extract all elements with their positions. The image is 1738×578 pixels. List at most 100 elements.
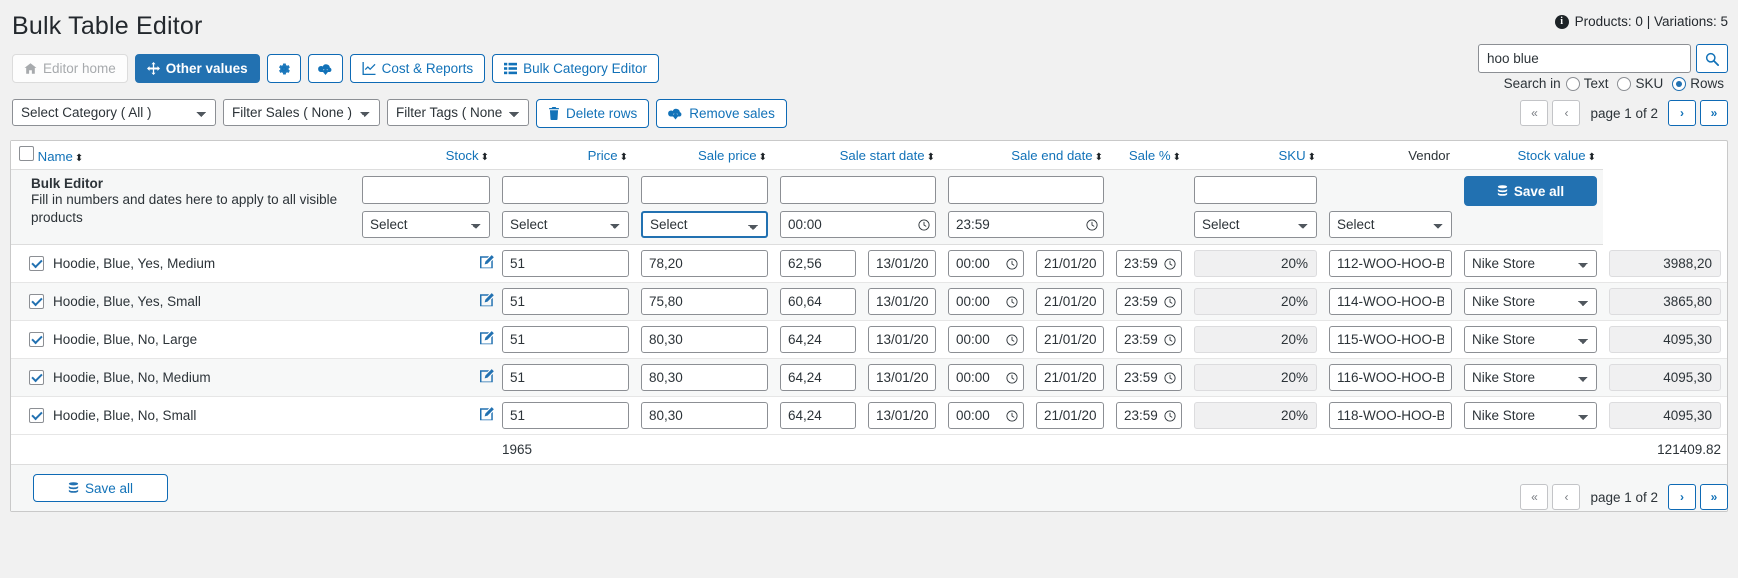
row-price-input[interactable]: [641, 326, 768, 353]
row-checkbox[interactable]: [29, 408, 44, 423]
row-sale-end-date-input[interactable]: [1036, 250, 1105, 277]
column-header-sale-end-date[interactable]: Sale end date ⬍: [942, 141, 1111, 170]
column-header-price[interactable]: Price ⬍: [496, 141, 635, 170]
row-sale-end-time-input[interactable]: [1116, 402, 1183, 429]
row-sale-end-time-input[interactable]: [1116, 364, 1183, 391]
row-sale-start-date-input[interactable]: [868, 364, 936, 391]
save-all-button-header[interactable]: Save all: [1464, 176, 1598, 206]
bulk-sku-input[interactable]: [1194, 176, 1318, 204]
row-vendor-select[interactable]: Nike Store: [1464, 250, 1598, 277]
edit-pencil-icon[interactable]: [480, 331, 494, 345]
row-sku-input[interactable]: [1329, 326, 1453, 353]
cost-reports-button[interactable]: Cost & Reports: [349, 54, 486, 83]
row-stock-input[interactable]: [502, 250, 629, 277]
row-sku-input[interactable]: [1329, 402, 1453, 429]
pagination-next-button[interactable]: ›: [1668, 484, 1696, 510]
bulk-vendor-select[interactable]: Select: [1329, 211, 1453, 238]
filter-sales-dropdown[interactable]: Filter Sales ( None ): [223, 99, 380, 126]
row-sale-price-input[interactable]: [780, 326, 856, 353]
pagination-prev-button[interactable]: ‹: [1552, 100, 1581, 126]
bulk-sku-operation-select[interactable]: Select: [1194, 211, 1318, 238]
select-category-dropdown[interactable]: Select Category ( All ): [12, 99, 216, 126]
column-header-stock[interactable]: Stock ⬍: [356, 141, 496, 170]
row-sale-start-time-input[interactable]: [948, 364, 1024, 391]
row-sale-start-date-input[interactable]: [868, 402, 936, 429]
bulk-stock-input[interactable]: [362, 176, 490, 204]
edit-pencil-icon[interactable]: [480, 369, 494, 383]
row-sale-price-input[interactable]: [780, 288, 856, 315]
row-sale-end-time-input[interactable]: [1116, 326, 1183, 353]
row-stock-input[interactable]: [502, 288, 629, 315]
row-sale-end-date-input[interactable]: [1036, 288, 1105, 315]
pagination-last-button[interactable]: »: [1700, 100, 1728, 126]
row-sale-start-date-input[interactable]: [868, 326, 936, 353]
row-sale-end-time-input[interactable]: [1116, 250, 1183, 277]
bulk-category-editor-button[interactable]: Bulk Category Editor: [492, 54, 659, 83]
bulk-stock-operation-select[interactable]: Select: [362, 211, 490, 238]
select-all-checkbox[interactable]: [19, 146, 34, 161]
bulk-sale-end-date-input[interactable]: [948, 176, 1105, 204]
row-sale-start-time-input[interactable]: [948, 250, 1024, 277]
row-sale-end-date-input[interactable]: [1036, 326, 1105, 353]
radio-text-icon[interactable]: [1565, 76, 1580, 91]
column-header-sale-start-date[interactable]: Sale start date ⬍: [774, 141, 942, 170]
row-stock-input[interactable]: [502, 326, 629, 353]
row-sale-price-input[interactable]: [780, 364, 856, 391]
bulk-price-operation-select[interactable]: Select: [502, 211, 629, 238]
row-sku-input[interactable]: [1329, 364, 1453, 391]
search-button[interactable]: [1696, 44, 1728, 73]
pagination-first-button[interactable]: «: [1520, 100, 1549, 126]
pagination-first-button[interactable]: «: [1520, 484, 1549, 510]
row-sale-start-time-input[interactable]: [948, 402, 1024, 429]
search-scope-sku[interactable]: SKU: [1617, 76, 1663, 91]
row-price-input[interactable]: [641, 288, 768, 315]
pagination-last-button[interactable]: »: [1700, 484, 1728, 510]
row-sku-input[interactable]: [1329, 288, 1453, 315]
edit-pencil-icon[interactable]: [480, 293, 494, 307]
column-header-sale-percent[interactable]: Sale % ⬍: [1110, 141, 1189, 170]
editor-home-button[interactable]: Editor home: [12, 54, 128, 83]
bulk-sale-price-input[interactable]: [641, 176, 768, 204]
row-checkbox[interactable]: [29, 256, 44, 271]
search-input[interactable]: [1478, 44, 1691, 73]
row-sale-end-time-input[interactable]: [1116, 288, 1183, 315]
row-sale-start-date-input[interactable]: [868, 288, 936, 315]
search-scope-rows[interactable]: Rows: [1672, 76, 1724, 91]
bulk-price-input[interactable]: [502, 176, 629, 204]
row-checkbox[interactable]: [29, 294, 44, 309]
row-vendor-select[interactable]: Nike Store: [1464, 364, 1598, 391]
column-header-name[interactable]: Name ⬍: [11, 141, 356, 170]
row-vendor-select[interactable]: Nike Store: [1464, 326, 1598, 353]
delete-rows-button[interactable]: Delete rows: [536, 99, 650, 128]
bulk-sale-start-time-input[interactable]: [780, 211, 936, 238]
row-sale-start-time-input[interactable]: [948, 288, 1024, 315]
bulk-sale-start-date-input[interactable]: [780, 176, 936, 204]
row-checkbox[interactable]: [29, 332, 44, 347]
row-vendor-select[interactable]: Nike Store: [1464, 288, 1598, 315]
row-price-input[interactable]: [641, 364, 768, 391]
download-button[interactable]: [307, 54, 343, 83]
row-sale-start-time-input[interactable]: [948, 326, 1024, 353]
settings-button[interactable]: [266, 54, 301, 83]
row-stock-input[interactable]: [502, 364, 629, 391]
row-price-input[interactable]: [641, 250, 768, 277]
row-sale-start-date-input[interactable]: [868, 250, 936, 277]
row-sale-end-date-input[interactable]: [1036, 364, 1105, 391]
remove-sales-button[interactable]: Remove sales: [656, 99, 787, 128]
row-vendor-select[interactable]: Nike Store: [1464, 402, 1598, 429]
search-scope-text[interactable]: Text: [1565, 76, 1608, 91]
row-sku-input[interactable]: [1329, 250, 1453, 277]
row-checkbox[interactable]: [29, 370, 44, 385]
row-stock-input[interactable]: [502, 402, 629, 429]
bulk-sale-end-time-input[interactable]: [948, 211, 1105, 238]
column-header-sale-price[interactable]: Sale price ⬍: [635, 141, 774, 170]
save-all-button-footer[interactable]: Save all: [33, 474, 168, 502]
filter-tags-dropdown[interactable]: Filter Tags ( None ): [387, 99, 529, 126]
bulk-sale-price-operation-select[interactable]: Select: [641, 211, 768, 238]
other-values-button[interactable]: Other values: [134, 54, 260, 83]
pagination-next-button[interactable]: ›: [1668, 100, 1696, 126]
row-sale-price-input[interactable]: [780, 402, 856, 429]
row-sale-price-input[interactable]: [780, 250, 856, 277]
column-header-sku[interactable]: SKU ⬍: [1188, 141, 1324, 170]
edit-pencil-icon[interactable]: [480, 255, 494, 269]
